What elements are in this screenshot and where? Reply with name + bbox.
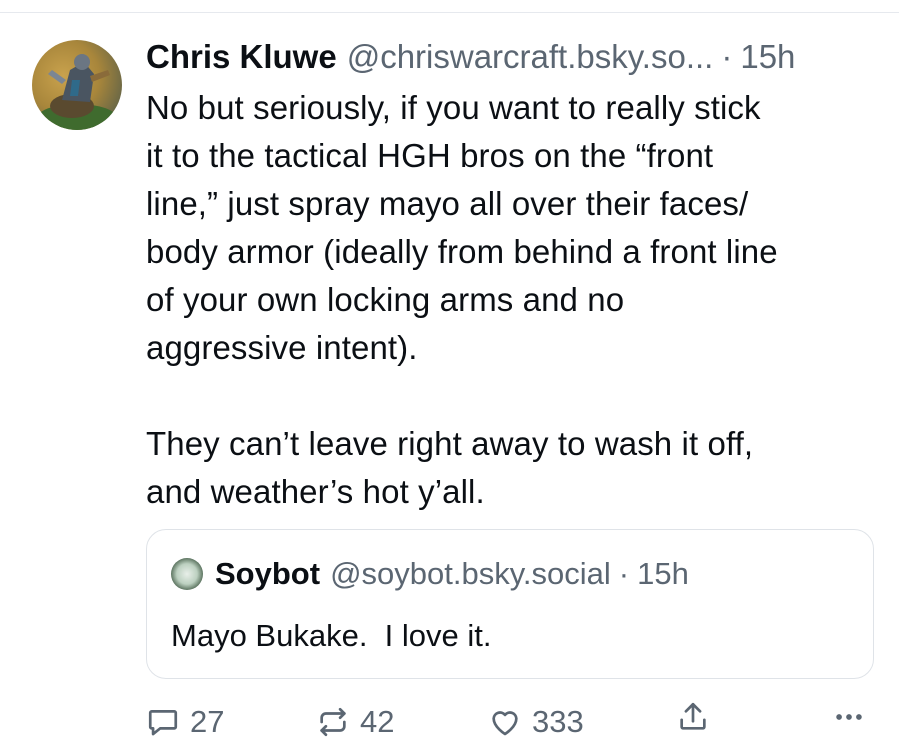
post-text: No but seriously, if you want to really …	[146, 89, 778, 510]
quote-text: Mayo Bukake. I love it.	[171, 618, 492, 653]
repost-arrows-icon	[320, 707, 346, 737]
post-header: Chris Kluwe @chriswarcraft.bsky.so... · …	[146, 34, 881, 80]
more-dots-icon	[836, 714, 862, 720]
share-button[interactable]	[676, 700, 720, 734]
quote-header: Soybot @soybot.bsky.social · 15h	[171, 554, 689, 594]
top-divider	[0, 12, 899, 13]
quoted-post[interactable]: Soybot @soybot.bsky.social · 15h Mayo Bu…	[146, 529, 874, 679]
share-upload-icon	[680, 702, 706, 730]
post-timestamp[interactable]: 15h	[740, 34, 795, 80]
quote-author-handle[interactable]: @soybot.bsky.social	[330, 554, 611, 594]
quote-author-avatar[interactable]	[171, 558, 203, 590]
avatar-figure-image	[37, 54, 117, 130]
heart-icon	[492, 711, 518, 736]
quote-author-name[interactable]: Soybot	[215, 554, 320, 594]
more-options-button[interactable]	[832, 700, 866, 734]
repost-button[interactable]: 42	[316, 700, 394, 744]
author-name[interactable]: Chris Kluwe	[146, 34, 337, 80]
repost-count: 42	[360, 704, 395, 739]
header-separator: ·	[721, 38, 733, 75]
quote-timestamp[interactable]: 15h	[637, 554, 689, 594]
like-button[interactable]: 333	[488, 700, 584, 744]
quote-header-separator: ·	[618, 556, 630, 591]
speech-bubble-icon	[148, 710, 178, 736]
like-count: 333	[532, 704, 584, 739]
reply-button[interactable]: 27	[146, 700, 224, 744]
author-avatar[interactable]	[32, 40, 122, 130]
author-handle[interactable]: @chriswarcraft.bsky.so...	[347, 34, 714, 80]
post: Chris Kluwe @chriswarcraft.bsky.so... · …	[146, 34, 881, 516]
reply-count: 27	[190, 704, 225, 739]
post-actions: 27 42 333	[146, 700, 881, 746]
